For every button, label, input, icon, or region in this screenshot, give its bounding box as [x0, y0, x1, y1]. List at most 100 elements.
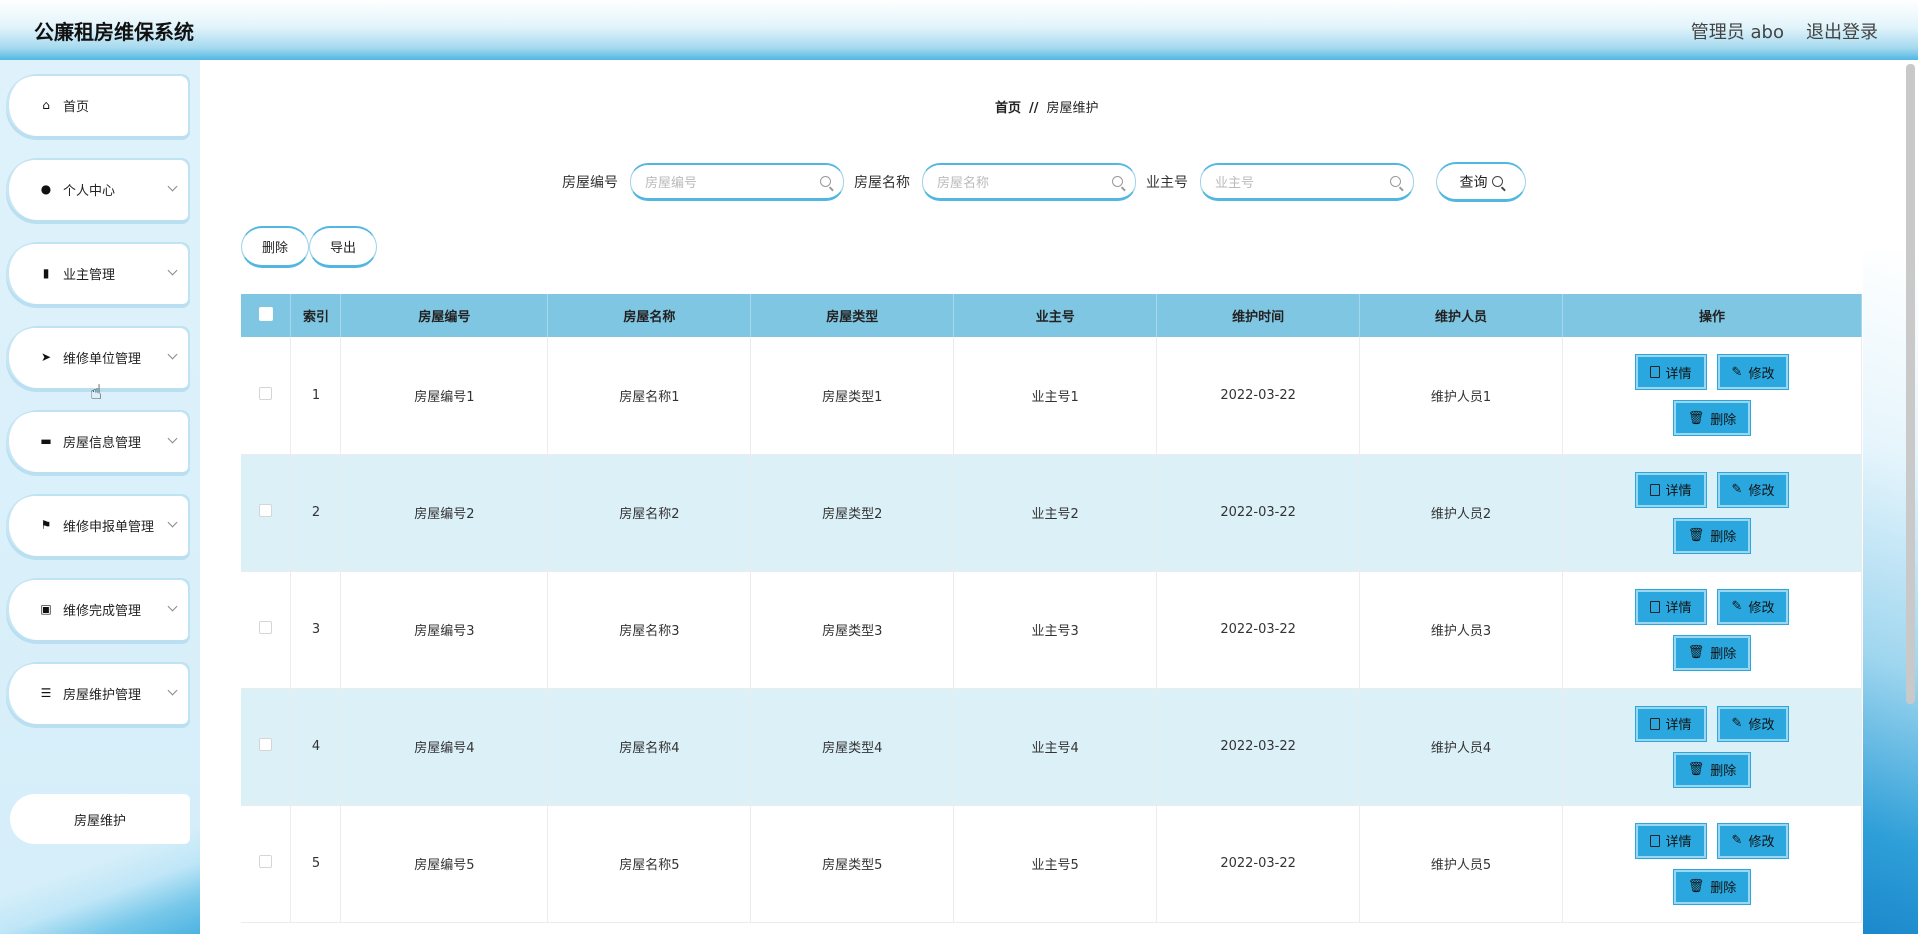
chevron-down-icon	[167, 181, 178, 192]
trash-icon: 🗑	[1687, 879, 1705, 894]
cell-maintenance-staff: 维护人员3	[1359, 571, 1564, 689]
sidebar-item-label: 维修单位管理	[63, 351, 142, 367]
sidebar-item-5[interactable]: ⚑ 维修申报单管理	[6, 494, 190, 556]
sidebar-item-label: 首页	[63, 99, 90, 115]
edit-button[interactable]: ✎ 修改	[1717, 472, 1789, 507]
sidebar-item-7[interactable]: ☰ 房屋维护管理	[6, 662, 190, 724]
cell-house-name: 房屋名称1	[547, 337, 752, 455]
row-checkbox[interactable]	[259, 855, 273, 868]
delete-button[interactable]: 🗑 删除	[1673, 635, 1751, 670]
sidebar-item-label: 个人中心	[63, 183, 116, 199]
cell-owner-number: 业主号1	[953, 337, 1158, 455]
cell-maintenance-staff: 维护人员5	[1359, 805, 1564, 923]
edit-button[interactable]: ✎ 修改	[1717, 589, 1789, 624]
chevron-down-icon	[167, 265, 178, 276]
cell-house-name: 房屋名称3	[547, 571, 752, 689]
detail-button[interactable]: 详情	[1635, 355, 1706, 390]
query-button[interactable]: 查询	[1436, 162, 1526, 202]
edit-label: 修改	[1748, 484, 1775, 499]
house-number-input[interactable]: 房屋编号	[630, 163, 844, 201]
action-row: 详情 ✎ 修改	[1635, 589, 1789, 624]
house-name-label: 房屋名称	[854, 175, 910, 191]
house-name-input[interactable]: 房屋名称	[922, 163, 1136, 201]
cell-index: 5	[290, 805, 342, 923]
delete-button[interactable]: 🗑 删除	[1673, 401, 1751, 436]
house-number-label: 房屋编号	[562, 175, 618, 191]
delete-button[interactable]: 🗑 删除	[1673, 752, 1751, 787]
row-select-cell	[241, 688, 292, 806]
sidebar-item-6[interactable]: ▣ 维修完成管理	[6, 578, 190, 640]
hand-cursor-icon: ☝	[90, 380, 103, 404]
document-icon	[1649, 600, 1660, 613]
col-header-owner-number: 业主号	[953, 294, 1158, 337]
trash-icon: 🗑	[1687, 645, 1705, 660]
batch-delete-button[interactable]: 删除	[241, 226, 309, 268]
document-icon	[1649, 366, 1660, 379]
delete-button[interactable]: 🗑 删除	[1673, 869, 1751, 904]
select-all-cell	[241, 294, 292, 337]
edit-button[interactable]: ✎ 修改	[1717, 355, 1789, 390]
cell-actions: 详情 ✎ 修改 🗑 删除	[1562, 805, 1862, 923]
col-header-index: 索引	[290, 294, 342, 337]
sidebar-item-2[interactable]: ▮ 业主管理	[6, 242, 190, 304]
cell-maintenance-time: 2022-03-22	[1156, 688, 1361, 806]
clipboard-icon: ▣	[40, 602, 52, 616]
detail-button[interactable]: 详情	[1635, 472, 1706, 507]
detail-button[interactable]: 详情	[1635, 589, 1706, 624]
pencil-icon: ✎	[1731, 833, 1743, 848]
action-group: 详情 ✎ 修改 🗑 删除	[1563, 706, 1861, 787]
detail-label: 详情	[1665, 835, 1692, 850]
chevron-down-icon	[167, 433, 178, 444]
sidebar-item-label: 维修完成管理	[63, 603, 142, 619]
edit-button[interactable]: ✎ 修改	[1717, 706, 1789, 741]
detail-label: 详情	[1665, 601, 1692, 616]
delete-label: 删除	[1710, 764, 1737, 779]
detail-button[interactable]: 详情	[1635, 706, 1706, 741]
cell-maintenance-staff: 维护人员1	[1359, 337, 1564, 455]
maintenance-table: 索引 房屋编号 房屋名称 房屋类型 业主号 维护时间 维护人员 操作 1 房屋编号…	[241, 294, 1862, 923]
edit-label: 修改	[1748, 366, 1775, 382]
app-title: 公廉租房维保系统	[34, 20, 194, 44]
col-header-house-number: 房屋编号	[340, 294, 549, 337]
edit-button[interactable]: ✎ 修改	[1717, 823, 1789, 858]
sidebar-subitem-house-maintenance[interactable]: 房屋维护	[10, 794, 190, 844]
sidebar-item-1[interactable]: ● 个人中心	[6, 158, 190, 220]
logout-link[interactable]: 退出登录	[1806, 18, 1878, 44]
detail-label: 详情	[1665, 366, 1692, 382]
sidebar-item-4[interactable]: ▬ 房屋信息管理	[6, 410, 190, 472]
row-checkbox[interactable]	[259, 621, 273, 634]
breadcrumb-home[interactable]: 首页	[995, 101, 1021, 116]
row-select-cell	[241, 337, 292, 455]
sidebar-item-3[interactable]: ➤ 维修单位管理	[6, 326, 190, 388]
search-bar: 房屋编号 房屋编号 房屋名称 房屋名称 业主号 业主号 查询	[562, 162, 1526, 202]
select-all-checkbox[interactable]	[258, 306, 273, 321]
row-checkbox[interactable]	[259, 738, 273, 751]
search-icon	[1112, 176, 1123, 187]
owner-number-input[interactable]: 业主号	[1200, 163, 1414, 201]
scrollbar[interactable]	[1906, 64, 1915, 704]
delete-label: 删除	[1710, 412, 1737, 428]
edit-label: 修改	[1748, 601, 1775, 616]
row-checkbox[interactable]	[259, 504, 273, 517]
top-header: 公廉租房维保系统 管理员 abo 退出登录	[0, 0, 1918, 60]
action-group: 详情 ✎ 修改 🗑 删除	[1563, 355, 1861, 436]
col-header-house-name: 房屋名称	[547, 294, 752, 337]
export-button[interactable]: 导出	[309, 226, 377, 268]
row-select-cell	[241, 805, 292, 923]
current-user[interactable]: 管理员 abo	[1691, 18, 1784, 44]
trash-icon: 🗑	[1687, 762, 1705, 777]
pencil-icon: ✎	[1731, 364, 1743, 380]
row-checkbox[interactable]	[259, 386, 273, 400]
cell-house-number: 房屋编号5	[340, 805, 549, 923]
delete-button[interactable]: 🗑 删除	[1673, 518, 1751, 553]
detail-button[interactable]: 详情	[1635, 823, 1706, 858]
table-row: 3 房屋编号3 房屋名称3 房屋类型3 业主号3 2022-03-22 维护人员3 详情 ✎ 修改…	[241, 571, 1862, 689]
breadcrumb-separator: //	[1029, 101, 1039, 116]
cell-owner-number: 业主号2	[953, 454, 1158, 572]
col-header-maintenance-time: 维护时间	[1156, 294, 1361, 337]
house-icon: ▬	[40, 434, 52, 448]
col-header-maintenance-staff: 维护人员	[1359, 294, 1564, 337]
sidebar-item-0[interactable]: ⌂ 首页	[6, 74, 190, 136]
cell-actions: 详情 ✎ 修改 🗑 删除	[1562, 337, 1862, 455]
detail-label: 详情	[1665, 484, 1692, 499]
